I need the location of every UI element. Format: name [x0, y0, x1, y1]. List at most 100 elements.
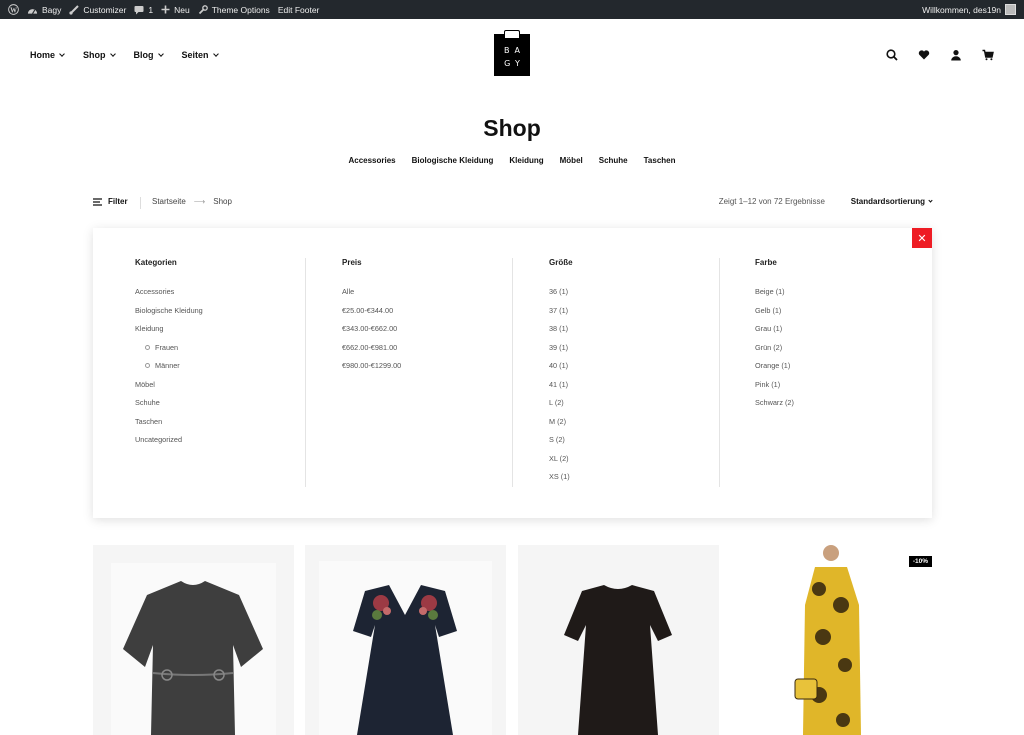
filter-option[interactable]: Beige (1) [755, 287, 794, 306]
filter-column-size: Größe 36 (1) 37 (1) 38 (1) 39 (1) 40 (1)… [549, 258, 573, 491]
breadcrumb: Startseite ⟶ Shop [152, 197, 232, 206]
wordpress-logo[interactable]: W [8, 4, 19, 15]
filter-suboption[interactable]: Männer [135, 361, 203, 380]
filter-option[interactable]: XS (1) [549, 472, 573, 491]
column-divider [719, 258, 720, 487]
filter-option[interactable]: Möbel [135, 380, 203, 399]
admin-bar-account[interactable]: Willkommen, des19n [922, 0, 1016, 19]
heart-icon[interactable] [918, 49, 930, 61]
filter-option[interactable]: 40 (1) [549, 361, 573, 380]
filter-option[interactable]: Schuhe [135, 398, 203, 417]
edit-footer-label: Edit Footer [277, 4, 320, 15]
filter-option[interactable]: Schwarz (2) [755, 398, 794, 417]
filter-option[interactable]: 39 (1) [549, 343, 573, 362]
filter-suboption-label: Männer [155, 361, 180, 370]
chevron-down-icon [109, 50, 116, 57]
product-card[interactable] [305, 545, 506, 735]
wordpress-icon: W [8, 4, 19, 15]
filter-option[interactable]: Uncategorized [135, 435, 203, 454]
admin-bar-comments[interactable]: 1 [134, 5, 153, 15]
filter-option[interactable]: S (2) [549, 435, 573, 454]
nav-home-label: Home [30, 50, 56, 60]
breadcrumb-home[interactable]: Startseite [152, 197, 186, 206]
category-link[interactable]: Taschen [644, 156, 676, 165]
filter-label: Filter [108, 197, 128, 206]
comment-icon [134, 5, 144, 14]
filter-heading: Farbe [755, 258, 777, 267]
filter-option[interactable]: €25.00-€344.00 [342, 306, 401, 325]
shop-toolbar: Filter Startseite ⟶ Shop Zeigt 1–12 von … [93, 197, 933, 211]
category-link[interactable]: Kleidung [509, 156, 543, 165]
filter-lines-icon [93, 197, 102, 206]
arrow-right-icon: ⟶ [193, 197, 206, 206]
filter-suboption[interactable]: Frauen [135, 343, 203, 362]
filter-option[interactable]: 38 (1) [549, 324, 573, 343]
admin-bar-edit-footer[interactable]: Edit Footer [278, 5, 320, 15]
filter-option[interactable]: Grau (1) [755, 324, 794, 343]
filter-option[interactable]: 41 (1) [549, 380, 573, 399]
filter-option[interactable]: Taschen [135, 417, 203, 436]
filter-column-color: Farbe Beige (1) Gelb (1) Grau (1) Grün (… [755, 258, 794, 417]
category-link[interactable]: Schuhe [599, 156, 628, 165]
filter-option[interactable]: Grün (2) [755, 343, 794, 362]
filter-option[interactable]: Alle [342, 287, 401, 306]
nav-blog-label: Blog [133, 50, 154, 60]
nav-home[interactable]: Home [30, 50, 65, 60]
result-count: Zeigt 1–12 von 72 Ergebnisse [718, 197, 825, 206]
category-link[interactable]: Möbel [560, 156, 583, 165]
filter-option[interactable]: €980.00-€1299.00 [342, 361, 401, 380]
nav-shop[interactable]: Shop [83, 50, 116, 60]
sale-badge: -10% [908, 556, 932, 567]
filter-heading: Preis [342, 258, 362, 267]
filter-option[interactable]: 37 (1) [549, 306, 573, 325]
filter-option[interactable]: L (2) [549, 398, 573, 417]
chevron-down-icon [928, 197, 933, 203]
bag-handle-icon [504, 30, 520, 38]
page-title: Shop [483, 115, 541, 141]
chevron-down-icon [212, 50, 219, 57]
filter-option[interactable]: Pink (1) [755, 380, 794, 399]
filter-option[interactable]: €343.00-€662.00 [342, 324, 401, 343]
product-card[interactable] [518, 545, 719, 735]
filter-option[interactable]: XL (2) [549, 454, 573, 473]
filter-heading: Größe [549, 258, 573, 267]
admin-bar: W Bagy Customizer 1 Neu Theme Options Ed… [0, 0, 1024, 19]
filter-toggle-button[interactable]: Filter [93, 197, 128, 206]
product-card[interactable]: -10% [731, 545, 932, 735]
sort-dropdown[interactable]: Standardsortierung [850, 197, 933, 206]
logo-text-top: BA [504, 46, 525, 55]
admin-bar-customizer[interactable]: Customizer [69, 5, 126, 15]
cart-icon[interactable] [982, 49, 994, 61]
category-link[interactable]: Accessories [348, 156, 395, 165]
nav-shop-label: Shop [83, 50, 106, 60]
admin-bar-theme-options[interactable]: Theme Options [198, 5, 270, 15]
filter-option[interactable]: Accessories [135, 287, 203, 306]
category-link[interactable]: Biologische Kleidung [412, 156, 494, 165]
filter-option[interactable]: Kleidung [135, 324, 203, 343]
site-name: Bagy [42, 4, 62, 15]
filter-option[interactable]: Gelb (1) [755, 306, 794, 325]
site-logo[interactable]: BA GY [494, 30, 530, 76]
product-image [731, 545, 932, 735]
filter-panel: ✕ Kategorien Accessories Biologische Kle… [93, 228, 932, 518]
nav-seiten[interactable]: Seiten [182, 50, 219, 60]
product-card[interactable] [93, 545, 294, 735]
filter-column-price: Preis Alle €25.00-€344.00 €343.00-€662.0… [342, 258, 401, 380]
new-label: Neu [174, 4, 190, 15]
main-nav: Home Shop Blog Seiten [30, 50, 219, 60]
sort-label: Standardsortierung [850, 197, 925, 206]
close-filter-button[interactable]: ✕ [912, 228, 932, 248]
filter-option[interactable]: M (2) [549, 417, 573, 436]
admin-bar-new[interactable]: Neu [161, 5, 190, 15]
filter-option[interactable]: Biologische Kleidung [135, 306, 203, 325]
product-image [111, 563, 276, 735]
filter-option[interactable]: 36 (1) [549, 287, 573, 306]
nav-blog[interactable]: Blog [133, 50, 164, 60]
filter-heading: Kategorien [135, 258, 177, 267]
admin-bar-site[interactable]: Bagy [27, 5, 61, 15]
filter-option[interactable]: Orange (1) [755, 361, 794, 380]
search-icon[interactable] [886, 49, 898, 61]
close-icon: ✕ [917, 232, 927, 245]
filter-option[interactable]: €662.00-€981.00 [342, 343, 401, 362]
user-icon[interactable] [950, 49, 962, 61]
